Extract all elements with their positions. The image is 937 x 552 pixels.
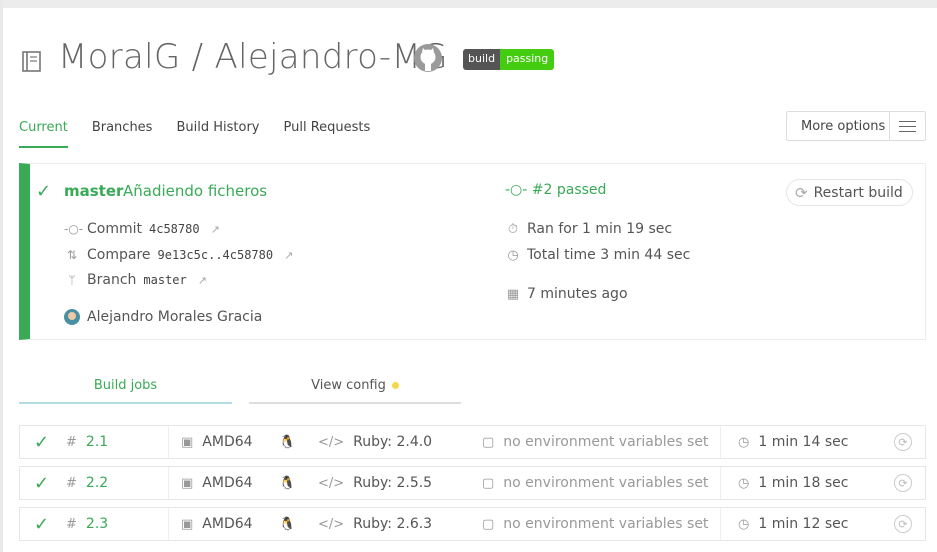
repo-title: MoralG / Alejandro-MG [58, 37, 448, 77]
commit-row[interactable]: -○- Commit 4c58780 ↗ [64, 221, 220, 237]
more-options-label: More options [801, 118, 886, 134]
build-status[interactable]: -○- #2 passed [505, 182, 606, 198]
job-arch: AMD64 [202, 434, 253, 450]
commit-hash: 4c58780 [149, 222, 200, 236]
check-icon: ✓ [34, 513, 50, 535]
linux-icon: 🐧 [279, 475, 296, 491]
job-env: no environment variables set [503, 434, 709, 450]
branch-value: master [143, 273, 187, 287]
external-link-icon: ↗ [284, 248, 294, 262]
github-icon[interactable] [413, 43, 443, 73]
badge-label: build [463, 49, 501, 70]
code-icon: </> [318, 475, 345, 491]
box-icon: ▢ [482, 434, 495, 450]
build-status-badge[interactable]: build passing [463, 49, 555, 70]
tab-branches[interactable]: Branches [92, 120, 153, 148]
cpu-icon: ▣ [181, 475, 194, 491]
job-env: no environment variables set [503, 516, 709, 532]
more-options-button[interactable]: More options [786, 111, 926, 141]
tab-build-history[interactable]: Build History [176, 120, 259, 148]
compare-range: 9e13c5c..4c58780 [157, 248, 274, 262]
job-language: Ruby: 2.4.0 [353, 434, 433, 450]
build-date-row: ▦ 7 minutes ago [505, 286, 628, 302]
job-number[interactable]: 2.2 [86, 475, 108, 491]
job-duration: 1 min 18 sec [758, 475, 849, 491]
compare-icon: ⇅ [66, 248, 78, 262]
total-time-row: ◷ Total time 3 min 44 sec [505, 247, 690, 263]
config-status-dot [391, 382, 399, 389]
job-row[interactable]: ✓ #2.2 ▣ AMD64 🐧 </> Ruby: 2.5.5 ▢ no envir… [19, 466, 926, 500]
tab-pull-requests[interactable]: Pull Requests [283, 120, 370, 148]
repo-tabs: Current Branches Build History Pull Requ… [19, 120, 394, 148]
ran-for-text: Ran for 1 min 19 sec [527, 221, 673, 237]
top-bar [0, 0, 937, 8]
job-arch: AMD64 [202, 475, 253, 491]
job-row[interactable]: ✓ #2.3 ▣ AMD64 🐧 </> Ruby: 2.6.3 ▢ no envir… [19, 507, 926, 541]
restart-build-button[interactable]: ⟳ Restart build [786, 179, 913, 206]
job-duration: 1 min 12 sec [758, 516, 849, 532]
left-edge [0, 0, 3, 552]
branch-icon: ᛘ [68, 273, 76, 287]
hash-icon: # [66, 434, 77, 450]
author-row: Alejandro Morales Gracia [64, 309, 262, 325]
clock-icon: ◷ [738, 516, 750, 532]
external-link-icon: ↗ [197, 273, 207, 287]
tab-current[interactable]: Current [19, 120, 68, 148]
hamburger-icon [889, 112, 925, 140]
restart-job-icon[interactable]: ⟳ [894, 474, 912, 492]
compare-row[interactable]: ⇅ Compare 9e13c5c..4c58780 ↗ [64, 247, 293, 263]
commit-icon: -○- [64, 222, 84, 236]
job-env: no environment variables set [503, 475, 709, 491]
restart-job-icon[interactable]: ⟳ [894, 433, 912, 451]
stopwatch-icon: ⏱ [507, 221, 519, 237]
build-status-text: #2 passed [531, 182, 607, 198]
badge-status: passing [500, 49, 555, 70]
build-status-icon: -○- [505, 182, 528, 198]
view-config-label: View config [311, 378, 386, 393]
build-branch-link[interactable]: master [64, 182, 123, 200]
clock-icon: ◷ [738, 434, 750, 450]
linux-icon: 🐧 [279, 516, 296, 532]
author-avatar [64, 309, 80, 325]
linux-icon: 🐧 [279, 434, 296, 450]
check-icon: ✓ [34, 431, 50, 453]
job-language: Ruby: 2.6.3 [353, 516, 433, 532]
job-number[interactable]: 2.3 [86, 516, 108, 532]
restart-icon: ⟳ [795, 183, 808, 202]
job-language: Ruby: 2.5.5 [353, 475, 433, 491]
tab-build-jobs[interactable]: Build jobs [19, 378, 232, 404]
build-date-text: 7 minutes ago [527, 286, 628, 302]
restart-job-icon[interactable]: ⟳ [894, 515, 912, 533]
author-name: Alejandro Morales Gracia [87, 309, 263, 325]
job-arch: AMD64 [202, 516, 253, 532]
hash-icon: # [66, 516, 77, 532]
clock-icon: ◷ [738, 475, 750, 491]
code-icon: </> [318, 434, 345, 450]
box-icon: ▢ [482, 475, 495, 491]
check-icon: ✓ [36, 181, 52, 202]
tab-view-config[interactable]: View config [249, 378, 461, 404]
total-time-text: Total time 3 min 44 sec [527, 247, 691, 263]
repo-icon [22, 51, 41, 72]
restart-build-label: Restart build [813, 184, 903, 201]
job-row[interactable]: ✓ #2.1 ▣ AMD64 🐧 </> Ruby: 2.4.0 ▢ no envir… [19, 425, 926, 459]
code-icon: </> [318, 516, 345, 532]
job-number[interactable]: 2.1 [86, 434, 108, 450]
branch-label: Branch [87, 272, 137, 288]
external-link-icon: ↗ [210, 222, 220, 236]
calendar-icon: ▦ [506, 286, 520, 302]
cpu-icon: ▣ [181, 434, 194, 450]
cpu-icon: ▣ [181, 516, 194, 532]
commit-label: Commit [87, 221, 142, 237]
branch-row[interactable]: ᛘ Branch master ↗ [64, 272, 207, 288]
ran-for-row: ⏱ Ran for 1 min 19 sec [505, 221, 672, 237]
compare-label: Compare [87, 247, 151, 263]
check-icon: ✓ [34, 472, 50, 494]
hash-icon: # [66, 475, 77, 491]
box-icon: ▢ [482, 516, 495, 532]
job-duration: 1 min 14 sec [758, 434, 849, 450]
clock-icon: ◷ [507, 247, 519, 263]
commit-message-link[interactable]: Añadiendo ficheros [123, 182, 267, 200]
